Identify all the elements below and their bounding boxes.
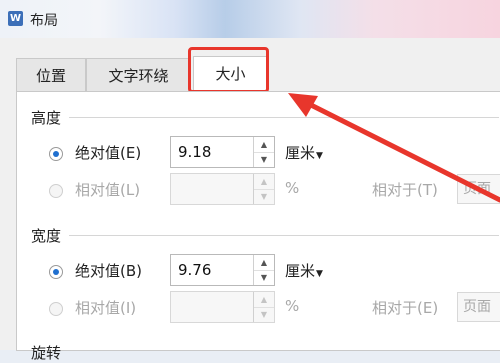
spin-up-icon[interactable]: ▲: [254, 174, 274, 190]
title-bar: W 布局: [0, 0, 500, 38]
width-section-divider: [69, 235, 499, 236]
tab-position[interactable]: 位置: [16, 58, 86, 92]
height-relative-unit: %: [285, 179, 300, 197]
height-absolute-unit-dropdown[interactable]: 厘米▼: [285, 142, 323, 163]
spin-up-icon[interactable]: ▲: [254, 137, 274, 153]
height-absolute-unit: 厘米: [285, 144, 316, 162]
spin-up-icon[interactable]: ▲: [254, 255, 274, 271]
width-relative-stepper[interactable]: ▲ ▼: [170, 291, 275, 323]
tab-highlight-box: [188, 47, 269, 93]
width-absolute-spin-buttons: ▲ ▼: [253, 255, 274, 285]
width-relative-spin-buttons: ▲ ▼: [253, 292, 274, 322]
width-absolute-value: 9.76: [178, 261, 212, 279]
chevron-down-icon: ▼: [316, 151, 323, 161]
height-relative-to-label: 相对于(T): [372, 181, 438, 199]
width-relative-to-label: 相对于(E): [372, 299, 439, 317]
height-relative-stepper[interactable]: ▲ ▼: [170, 173, 275, 205]
height-relative-radio[interactable]: [49, 184, 63, 198]
width-absolute-unit-dropdown[interactable]: 厘米▼: [285, 260, 323, 281]
tab-text-wrapping[interactable]: 文字环绕: [86, 58, 191, 92]
spin-down-icon[interactable]: ▼: [254, 152, 274, 167]
height-relative-label: 相对值(L): [75, 181, 141, 199]
height-absolute-value: 9.18: [178, 143, 212, 161]
spin-down-icon[interactable]: ▼: [254, 270, 274, 285]
window-title: 布局: [30, 13, 58, 29]
width-absolute-label: 绝对值(B): [75, 262, 142, 280]
spin-up-icon[interactable]: ▲: [254, 292, 274, 308]
width-relative-label: 相对值(I): [75, 299, 137, 317]
layout-dialog: 位置 文字环绕 大小 高度 绝对值(E) 9.18 ▲ ▼ 厘米▼ 相对值(L)…: [0, 38, 500, 362]
width-absolute-stepper[interactable]: 9.76 ▲ ▼: [170, 254, 275, 286]
height-section-divider: [69, 117, 499, 118]
height-absolute-stepper[interactable]: 9.18 ▲ ▼: [170, 136, 275, 168]
width-absolute-radio[interactable]: [49, 265, 63, 279]
spin-down-icon[interactable]: ▼: [254, 189, 274, 204]
height-section-title: 高度: [31, 109, 62, 127]
width-relative-unit: %: [285, 297, 300, 315]
height-relative-spin-buttons: ▲ ▼: [253, 174, 274, 204]
width-relative-radio[interactable]: [49, 302, 63, 316]
rotation-section-title: 旋转: [31, 344, 62, 362]
width-section-title: 宽度: [31, 227, 62, 245]
height-absolute-label: 绝对值(E): [75, 144, 142, 162]
width-relative-to-select[interactable]: 页面: [457, 292, 500, 322]
height-absolute-radio[interactable]: [49, 147, 63, 161]
height-absolute-spin-buttons: ▲ ▼: [253, 137, 274, 167]
spin-down-icon[interactable]: ▼: [254, 307, 274, 322]
width-absolute-unit: 厘米: [285, 262, 316, 280]
height-relative-to-select[interactable]: 页面: [457, 174, 500, 204]
app-icon: W: [8, 11, 23, 26]
chevron-down-icon: ▼: [316, 269, 323, 279]
size-panel: 高度 绝对值(E) 9.18 ▲ ▼ 厘米▼ 相对值(L) ▲ ▼ % 相对于(…: [16, 91, 500, 362]
